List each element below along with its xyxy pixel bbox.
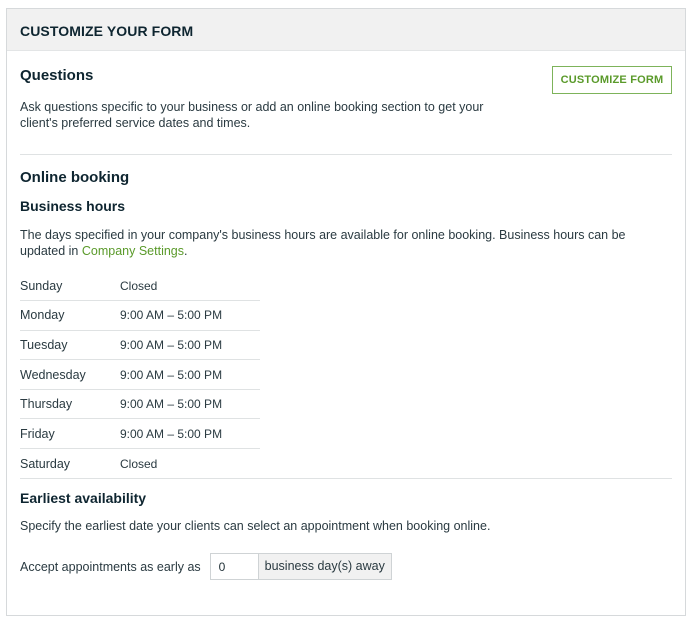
day-name: Friday — [20, 426, 55, 441]
day-name: Tuesday — [20, 337, 68, 352]
online-booking-title: Online booking — [20, 169, 130, 186]
day-name: Wednesday — [20, 367, 86, 382]
day-name: Saturday — [20, 456, 71, 471]
customize-form-card: CUSTOMIZE YOUR FORM Questions Ask questi… — [6, 8, 686, 616]
day-name: Monday — [20, 308, 65, 323]
table-row: Wednesday 9:00 AM – 5:00 PM — [20, 360, 260, 390]
day-hours: 9:00 AM – 5:00 PM — [120, 426, 223, 441]
day-name: Sunday — [20, 278, 63, 293]
earliest-availability-section: Earliest availability Specify the earlie… — [20, 478, 672, 581]
table-row: Sunday Closed — [20, 271, 260, 301]
card-body: Questions Ask questions specific to your… — [7, 51, 685, 581]
card-title: CUSTOMIZE YOUR FORM — [20, 23, 194, 39]
table-row: Saturday Closed — [20, 449, 260, 479]
business-hours-description: The days specified in your company's bus… — [20, 227, 672, 259]
earliest-availability-description: Specify the earliest date your clients c… — [20, 519, 491, 534]
card-header: CUSTOMIZE YOUR FORM — [7, 9, 685, 51]
table-row: Thursday 9:00 AM – 5:00 PM — [20, 389, 260, 419]
day-hours: 9:00 AM – 5:00 PM — [120, 367, 223, 382]
questions-description: Ask questions specific to your business … — [20, 100, 484, 130]
business-hours-title: Business hours — [20, 198, 126, 214]
accept-appointments-label: Accept appointments as early as — [20, 559, 201, 574]
questions-title: Questions — [20, 67, 94, 84]
business-days-unit: business day(s) away — [257, 553, 392, 581]
day-hours: Closed — [120, 278, 158, 293]
table-row: Monday 9:00 AM – 5:00 PM — [20, 301, 260, 331]
questions-section: Questions Ask questions specific to your… — [20, 51, 672, 155]
day-hours: Closed — [120, 456, 158, 471]
business-days-input[interactable] — [209, 553, 258, 581]
table-row: Friday 9:00 AM – 5:00 PM — [20, 419, 260, 449]
day-hours: 9:00 AM – 5:00 PM — [120, 308, 223, 323]
day-hours: 9:00 AM – 5:00 PM — [120, 337, 223, 352]
earliest-availability-title: Earliest availability — [20, 490, 147, 507]
table-row: Tuesday 9:00 AM – 5:00 PM — [20, 330, 260, 360]
business-hours-table: Sunday Closed Monday 9:00 AM – 5:00 PM T… — [20, 271, 260, 478]
company-settings-link[interactable]: Company Settings — [82, 244, 184, 258]
business-hours-description-end: . — [184, 244, 188, 258]
day-hours: 9:00 AM – 5:00 PM — [120, 397, 223, 412]
earliest-availability-row: Accept appointments as early as business… — [20, 553, 672, 581]
customize-form-button[interactable]: CUSTOMIZE FORM — [552, 66, 672, 94]
day-name: Thursday — [20, 397, 73, 412]
